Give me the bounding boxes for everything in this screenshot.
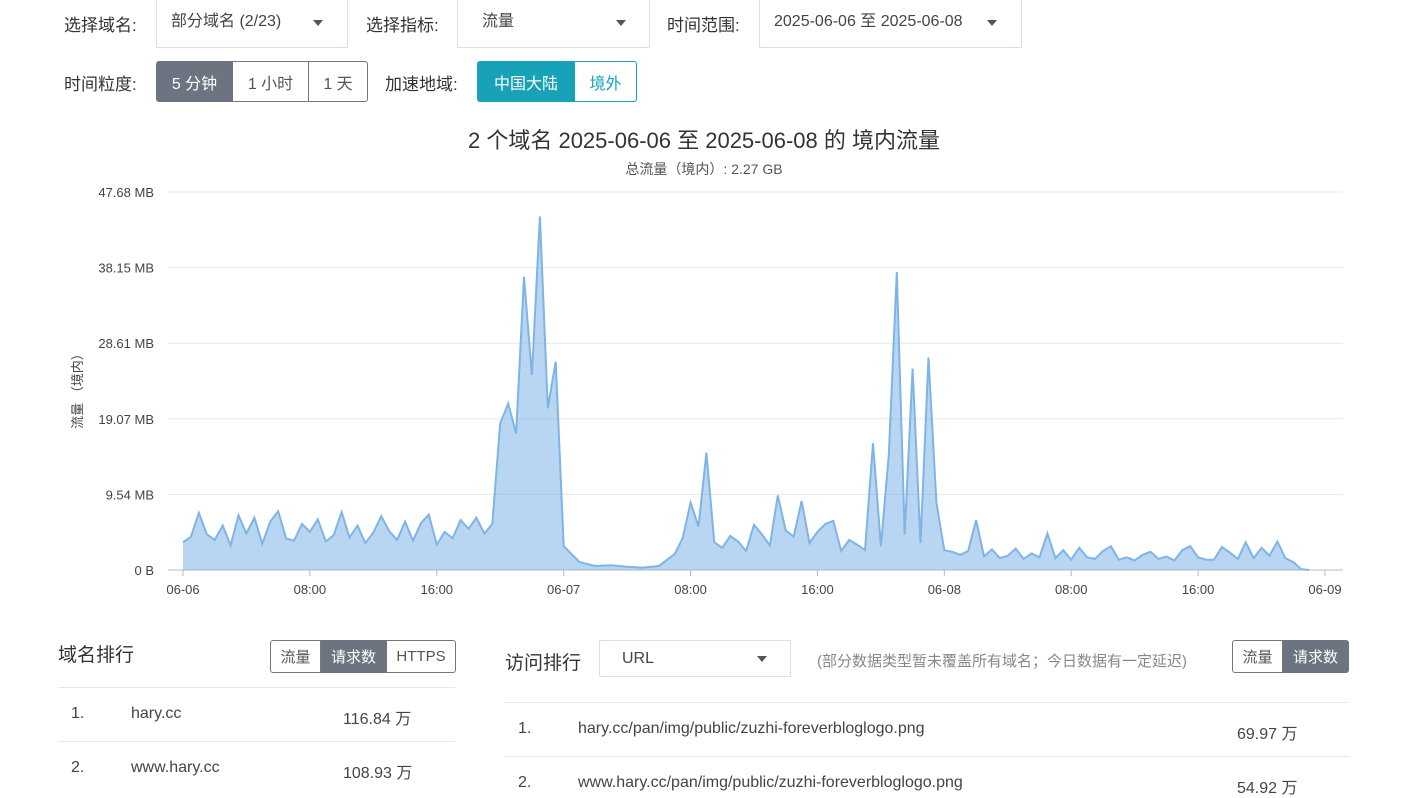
x-tick-label: 06-08: [928, 582, 961, 597]
series-line: [182, 216, 1310, 571]
y-tick-label: 9.54 MB: [106, 487, 154, 502]
domain-rank-row-1-rank: 1.: [71, 705, 85, 722]
x-tick-label: 08:00: [674, 582, 707, 597]
traffic-chart: 0 B 9.54 MB 19.07 MB 28.61 MB 38.15 MB 47.68 …: [70, 185, 1343, 597]
x-tick-label: 08:00: [294, 582, 327, 597]
access-rank-row-1-url: hary.cc/pan/img/public/zuzhi-foreverblog…: [578, 720, 925, 737]
divider: [505, 702, 1349, 703]
y-tick-label: 0 B: [134, 563, 154, 578]
divider: [505, 756, 1349, 757]
domain-rank-tabs: 流量 请求数 HTTPS: [270, 640, 456, 673]
x-tick-label: 06-06: [166, 582, 199, 597]
granularity-toggle: 5 分钟 1 小时 1 天: [156, 61, 368, 102]
chevron-down-icon: [757, 656, 767, 662]
region-toggle: 中国大陆 境外: [477, 61, 637, 102]
x-tick-label: 16:00: [1182, 582, 1215, 597]
granularity-label: 时间粒度:: [64, 75, 137, 94]
y-tick-label: 47.68 MB: [98, 185, 154, 200]
granularity-1hour-button[interactable]: 1 小时: [233, 61, 309, 102]
access-rank-note: (部分数据类型暂未覆盖所有域名；今日数据有一定延迟): [817, 653, 1187, 670]
metric-filter-label: 选择指标:: [366, 16, 439, 35]
access-rank-tabs: 流量 请求数: [1232, 640, 1349, 673]
domain-rank-tab-requests[interactable]: 请求数: [321, 640, 387, 673]
x-tick-label: 16:00: [421, 582, 454, 597]
domain-rank-tab-https[interactable]: HTTPS: [387, 640, 456, 673]
chevron-down-icon: [313, 20, 323, 26]
domain-filter-label: 选择域名:: [64, 16, 137, 35]
metric-select-value: 流量: [482, 13, 515, 30]
granularity-5min-button[interactable]: 5 分钟: [156, 61, 233, 102]
x-tick-label: 08:00: [1055, 582, 1088, 597]
domain-select-value: 部分域名 (2/23): [171, 13, 282, 30]
region-label: 加速地域:: [385, 75, 458, 94]
region-mainland-button[interactable]: 中国大陆: [477, 61, 575, 102]
domain-rank-tab-traffic[interactable]: 流量: [270, 640, 321, 673]
range-filter-label: 时间范围:: [667, 16, 740, 35]
divider: [58, 741, 455, 742]
y-tick-label: 38.15 MB: [98, 261, 154, 276]
region-overseas-button[interactable]: 境外: [575, 61, 637, 102]
date-range-select[interactable]: 2025-06-06 至 2025-06-08: [759, 0, 1022, 48]
access-rank-tab-traffic[interactable]: 流量: [1232, 640, 1283, 673]
y-tick-label: 28.61 MB: [98, 336, 154, 351]
chart-title: 2 个域名 2025-06-06 至 2025-06-08 的 境内流量: [468, 128, 940, 153]
access-rank-row-1-rank: 1.: [518, 720, 532, 737]
domain-select[interactable]: 部分域名 (2/23): [156, 0, 348, 48]
x-tick-label: 06-07: [547, 582, 580, 597]
series-area: [183, 216, 1310, 570]
date-range-value: 2025-06-06 至 2025-06-08: [774, 13, 963, 30]
domain-rank-row-2-value: 108.93 万: [343, 765, 413, 782]
access-rank-row-1-value: 69.97 万: [1237, 726, 1298, 743]
domain-rank-title: 域名排行: [58, 645, 135, 666]
access-rank-row-2-value: 54.92 万: [1237, 780, 1298, 797]
chevron-down-icon: [616, 20, 626, 26]
chart-subtitle: 总流量（境内）: 2.27 GB: [625, 161, 783, 177]
chevron-down-icon: [987, 20, 997, 26]
x-tick-label: 06-09: [1308, 582, 1341, 597]
y-tick-label: 19.07 MB: [98, 412, 154, 427]
access-rank-title: 访问排行: [505, 653, 582, 674]
domain-rank-row-1-domain: hary.cc: [131, 705, 182, 722]
metric-select[interactable]: 流量: [457, 0, 650, 48]
divider: [58, 687, 455, 688]
access-type-value: URL: [622, 650, 655, 667]
access-rank-tab-requests[interactable]: 请求数: [1283, 640, 1349, 673]
domain-rank-row-1-value: 116.84 万: [343, 711, 412, 728]
access-type-select[interactable]: URL: [599, 640, 791, 677]
domain-rank-row-2-rank: 2.: [71, 759, 85, 776]
x-tick-label: 16:00: [801, 582, 834, 597]
access-rank-row-2-rank: 2.: [518, 774, 532, 791]
granularity-1day-button[interactable]: 1 天: [309, 61, 368, 102]
access-rank-row-2-url: www.hary.cc/pan/img/public/zuzhi-forever…: [578, 774, 963, 791]
y-axis-label: 流量 （境内）: [70, 347, 85, 429]
domain-rank-row-2-domain: www.hary.cc: [131, 759, 220, 776]
